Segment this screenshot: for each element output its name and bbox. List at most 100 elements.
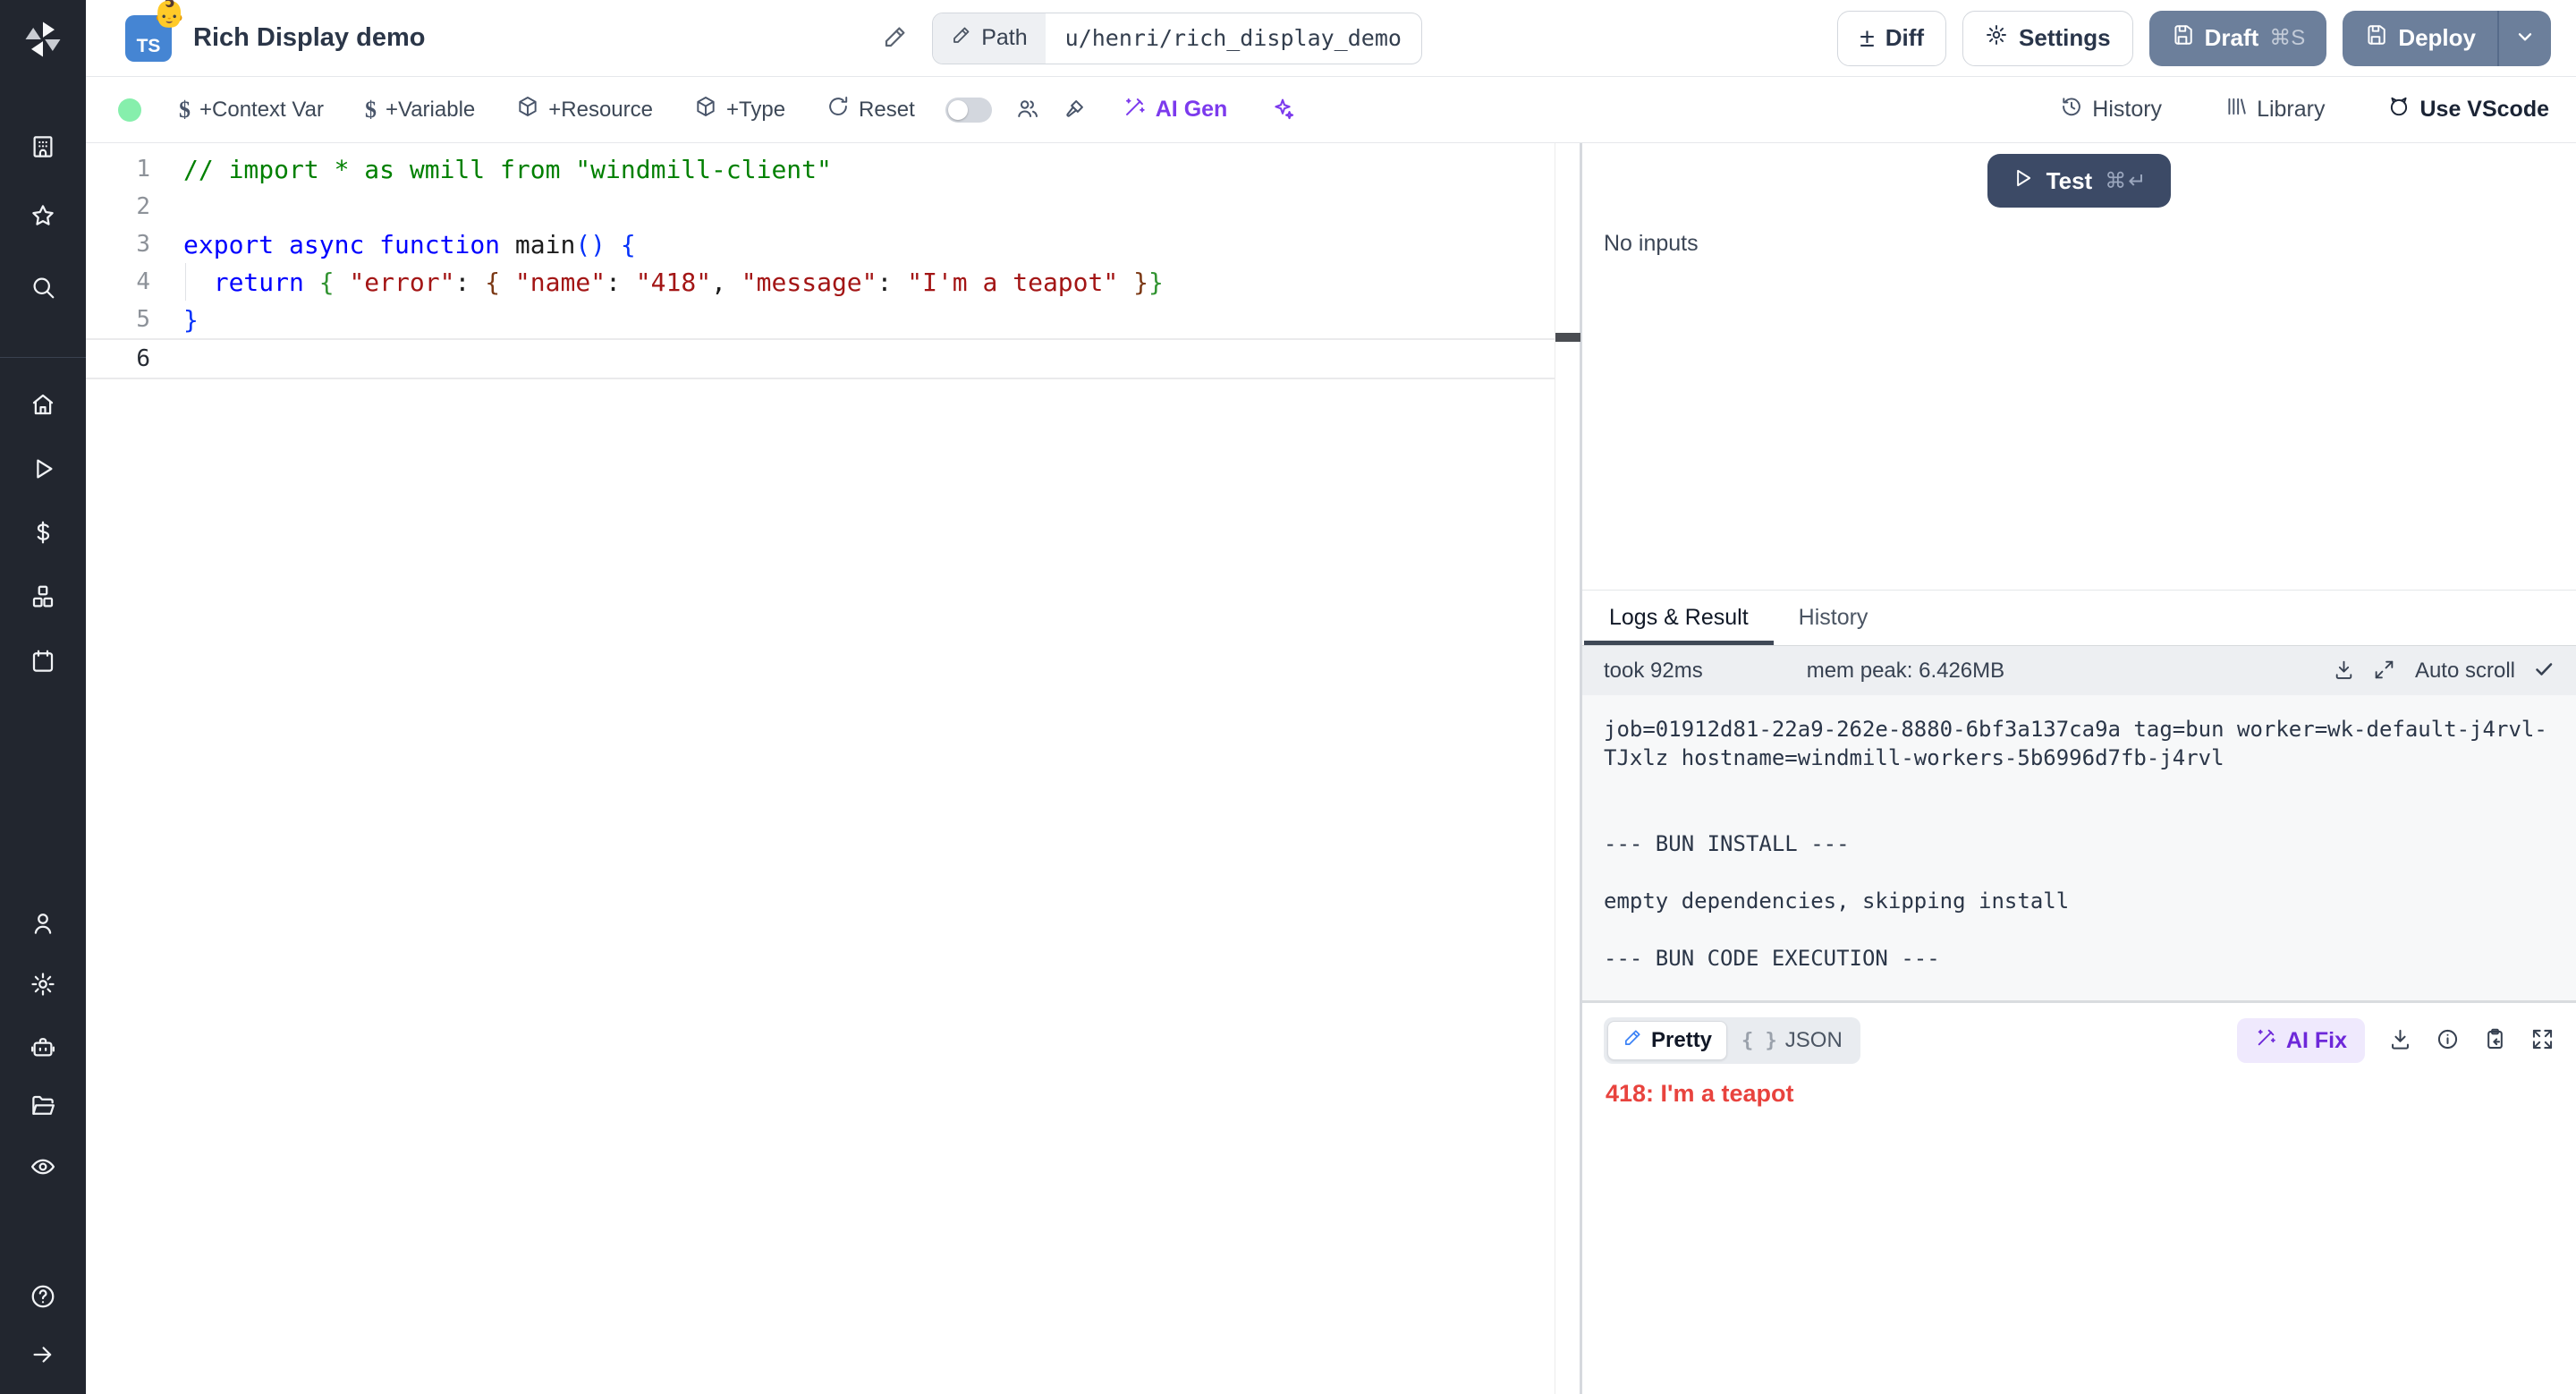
copy-result-button[interactable] [2483,1027,2507,1054]
sidebar-item-runs[interactable] [30,455,56,482]
pretty-label: Pretty [1651,1028,1712,1053]
sidebar-item-variables[interactable] [30,519,56,546]
diff-mode-toggle[interactable] [945,98,992,123]
add-context-var-button[interactable]: $ +Context Var [179,97,324,123]
auto-scroll-label: Auto scroll [2415,659,2515,684]
plus-minus-icon: ± [1860,25,1874,52]
path-label-segment: Path [933,13,1045,64]
code-lines: 1// import * as wmill from "windmill-cli… [86,143,1555,379]
use-vscode-button[interactable]: Use VScode [2387,95,2549,124]
download-logs-button[interactable] [2333,659,2355,684]
pretty-view-button[interactable]: Pretty [1607,1021,1727,1060]
magic-wand-icon [1123,95,1147,125]
download-result-button[interactable] [2388,1027,2412,1054]
sidebar-item-schedules[interactable] [30,648,56,675]
ai-sparkles-button[interactable] [1270,96,1295,123]
json-view-button[interactable]: { } JSON [1727,1021,1857,1060]
sidebar-item-user[interactable] [30,910,56,937]
play-icon [30,455,56,482]
ai-fix-button[interactable]: AI Fix [2237,1018,2365,1063]
deploy-button-group: Deploy [2343,11,2551,66]
tab-logs-result[interactable]: Logs & Result [1584,591,1774,645]
code-line-4[interactable]: 4 return { "error": { "name": "418", "me… [86,263,1555,301]
sidebar-item-audit[interactable] [30,1153,56,1180]
dollar-icon [30,519,56,546]
add-variable-button[interactable]: $ +Variable [365,97,475,123]
windmill-logo[interactable] [20,16,66,63]
sidebar-item-resources[interactable] [30,583,56,610]
chevron-down-icon [2513,25,2537,51]
app-window: TS 👶 Rich Display demo Path u/henri/rich… [0,0,2576,1394]
sidebar-item-workers[interactable] [30,1033,56,1060]
history-button[interactable]: History [2060,95,2162,124]
multiplayer-button[interactable] [1015,97,1039,123]
deploy-options-button[interactable] [2497,11,2551,66]
add-context-var-label: +Context Var [199,98,324,123]
save-icon [2171,23,2194,53]
add-variable-label: +Variable [386,98,475,123]
editor-overview-ruler[interactable] [1555,143,1580,1394]
diff-label: Diff [1885,24,1924,52]
test-button[interactable]: Test ⌘↵ [1987,154,2172,208]
run-info-bar: took 92ms mem peak: 6.426MB Auto scroll [1582,646,2576,695]
line-content: return { "error": { "name": "418", "mess… [150,268,1164,297]
code-line-3[interactable]: 3export async function main() { [86,225,1555,263]
sidebar-item-favorites[interactable] [30,202,56,229]
top-bar: TS 👶 Rich Display demo Path u/henri/rich… [86,0,2576,77]
code-editor[interactable]: 1// import * as wmill from "windmill-cli… [86,143,1580,1394]
gear-icon [30,971,56,998]
log-output[interactable]: job=01912d81-22a9-262e-8880-6bf3a137ca9a… [1582,695,2576,1003]
ai-fix-label: AI Fix [2286,1028,2347,1054]
sidebar-expand-button[interactable] [30,1341,56,1368]
code-line-5[interactable]: 5} [86,301,1555,338]
log-line [1604,772,2555,801]
sidebar-item-folders[interactable] [30,1092,56,1119]
library-icon [2224,95,2248,124]
person-icon [30,910,56,937]
sidebar-item-settings[interactable] [30,971,56,998]
cursor-position-marker [1555,333,1580,342]
play-icon [2011,166,2034,196]
settings-label: Settings [2019,24,2111,52]
code-line-2[interactable]: 2 [86,188,1555,225]
users-icon [1015,97,1039,123]
sidebar-item-workspace[interactable] [30,133,56,160]
maximize-result-button[interactable] [2530,1027,2555,1054]
expand-logs-button[interactable] [2373,659,2395,684]
tab-history[interactable]: History [1774,591,1894,645]
reset-button[interactable]: Reset [826,95,915,124]
library-button[interactable]: Library [2224,95,2325,124]
code-line-6[interactable]: 6 [86,338,1555,379]
result-error-text: 418: I'm a teapot [1606,1080,2555,1108]
add-resource-button[interactable]: +Resource [516,95,653,124]
use-vscode-label: Use VScode [2419,97,2549,123]
log-lines: job=01912d81-22a9-262e-8880-6bf3a137ca9a… [1604,715,2555,973]
sidebar-item-search[interactable] [30,274,56,301]
robot-icon [30,1033,56,1060]
format-code-button[interactable] [1063,97,1087,123]
diff-button[interactable]: ± Diff [1837,11,1946,66]
deploy-button[interactable]: Deploy [2343,11,2497,66]
log-line [1604,915,2555,944]
sidebar-item-home[interactable] [30,391,56,418]
auto-scroll-checkbox[interactable] [2533,659,2555,683]
result-info-button[interactable] [2436,1027,2460,1054]
draft-button[interactable]: Draft ⌘S [2149,11,2327,66]
line-number: 3 [86,231,150,258]
log-line: --- BUN CODE EXECUTION --- [1604,944,2555,973]
eye-icon [30,1153,56,1180]
code-line-1[interactable]: 1// import * as wmill from "windmill-cli… [86,150,1555,188]
test-label: Test [2046,167,2093,195]
star-icon [30,202,56,229]
ai-gen-label: AI Gen [1156,97,1228,123]
cubes-icon [30,583,56,610]
add-type-button[interactable]: +Type [694,95,785,124]
ai-gen-button[interactable]: AI Gen [1123,95,1228,125]
path-control[interactable]: Path u/henri/rich_display_demo [932,13,1422,64]
add-resource-label: +Resource [548,98,653,123]
edit-summary-button[interactable] [882,23,909,53]
save-icon [2364,23,2387,53]
sidebar-item-help[interactable] [30,1283,56,1310]
building-icon [30,133,56,160]
settings-button[interactable]: Settings [1962,11,2133,66]
